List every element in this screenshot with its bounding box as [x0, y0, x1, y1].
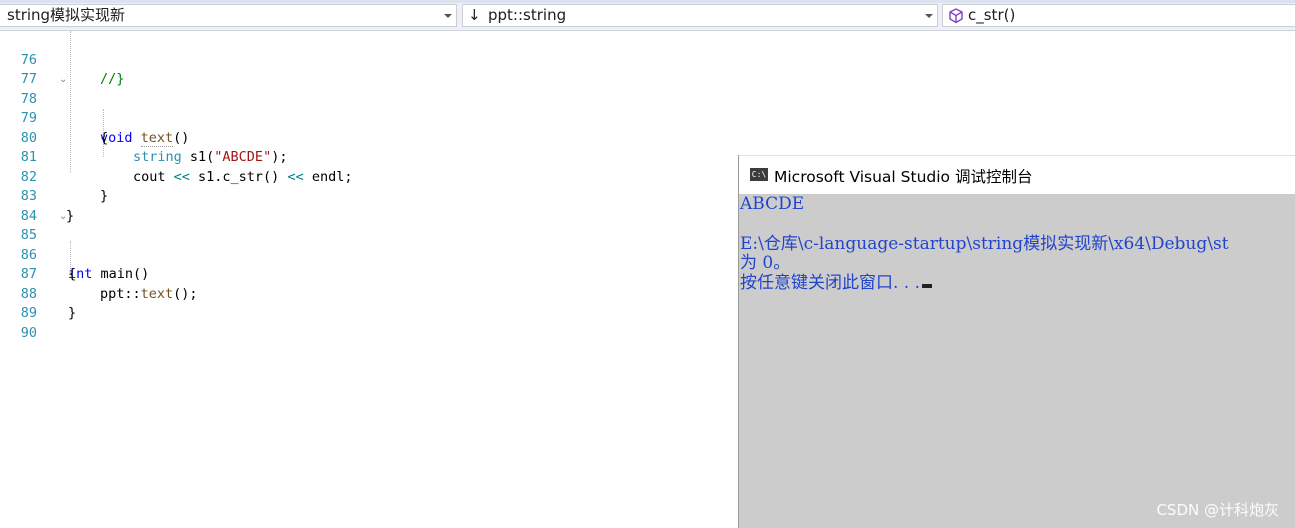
scope-dropdown-label: ppt::string: [488, 6, 567, 24]
code-line: 86 {: [0, 226, 740, 283]
console-line: ABCDE: [740, 194, 805, 214]
console-line: E:\仓库\c-language-startup\string模拟实现新\x64…: [740, 234, 1229, 254]
console-line: 为 0。: [740, 253, 791, 273]
console-output[interactable]: ABCDE E:\仓库\c-language-startup\string模拟实…: [739, 193, 1295, 528]
console-title-bar[interactable]: C:\ Microsoft Visual Studio 调试控制台: [739, 155, 1295, 194]
code-line: 80 string s1("ABCDE");: [0, 109, 740, 166]
code-line: 90: [0, 304, 740, 341]
down-arrow-icon: ↓: [468, 6, 481, 24]
code-line: 87 ppt::text();: [0, 246, 740, 302]
cube-icon: [949, 8, 963, 24]
code-line: 78 ⌄ void text(): [0, 70, 740, 147]
fold-toggle-icon[interactable]: ⌄: [59, 70, 67, 90]
code-line: 88 }: [0, 265, 740, 322]
text-cursor: [922, 284, 933, 288]
code-line: 79 {: [0, 90, 740, 146]
tab-strip-edge: [0, 0, 1295, 3]
member-dropdown-label: c_str(): [968, 6, 1016, 24]
project-dropdown-label: string模拟实现新: [7, 6, 126, 24]
console-prompt-text: 按任意键关闭此窗口. . .: [740, 273, 921, 293]
debug-console-window[interactable]: C:\ Microsoft Visual Studio 调试控制台 ABCDE …: [738, 155, 1295, 528]
chevron-down-icon: [444, 14, 452, 18]
code-line: 83 }: [0, 168, 740, 224]
line-number: 90: [20, 324, 37, 341]
fold-toggle-icon[interactable]: ⌄: [59, 207, 67, 227]
code-line: 89: [0, 285, 740, 321]
code-line: 84: [0, 187, 740, 224]
code-line: 76 //}: [0, 31, 740, 88]
console-title: Microsoft Visual Studio 调试控制台: [774, 168, 1033, 186]
member-dropdown[interactable]: c_str(): [942, 4, 1295, 27]
watermark: CSDN @计科炮灰: [1156, 501, 1279, 519]
project-dropdown[interactable]: string模拟实现新: [0, 4, 457, 27]
code-line: 82 }: [0, 148, 740, 205]
scope-dropdown[interactable]: ↓ ppt::string: [462, 4, 938, 27]
code-line: 77: [0, 51, 740, 87]
navigation-bar: string模拟实现新 ↓ ppt::string c_str(): [0, 0, 1295, 31]
chevron-down-icon: [925, 14, 933, 18]
console-line: 按任意键关闭此窗口. . .: [740, 273, 933, 293]
code-line: 85 ⌄ int main(): [0, 207, 740, 283]
code-line: 81 cout << s1.c_str() << endl;: [0, 129, 740, 185]
console-app-icon: C:\: [750, 168, 768, 181]
